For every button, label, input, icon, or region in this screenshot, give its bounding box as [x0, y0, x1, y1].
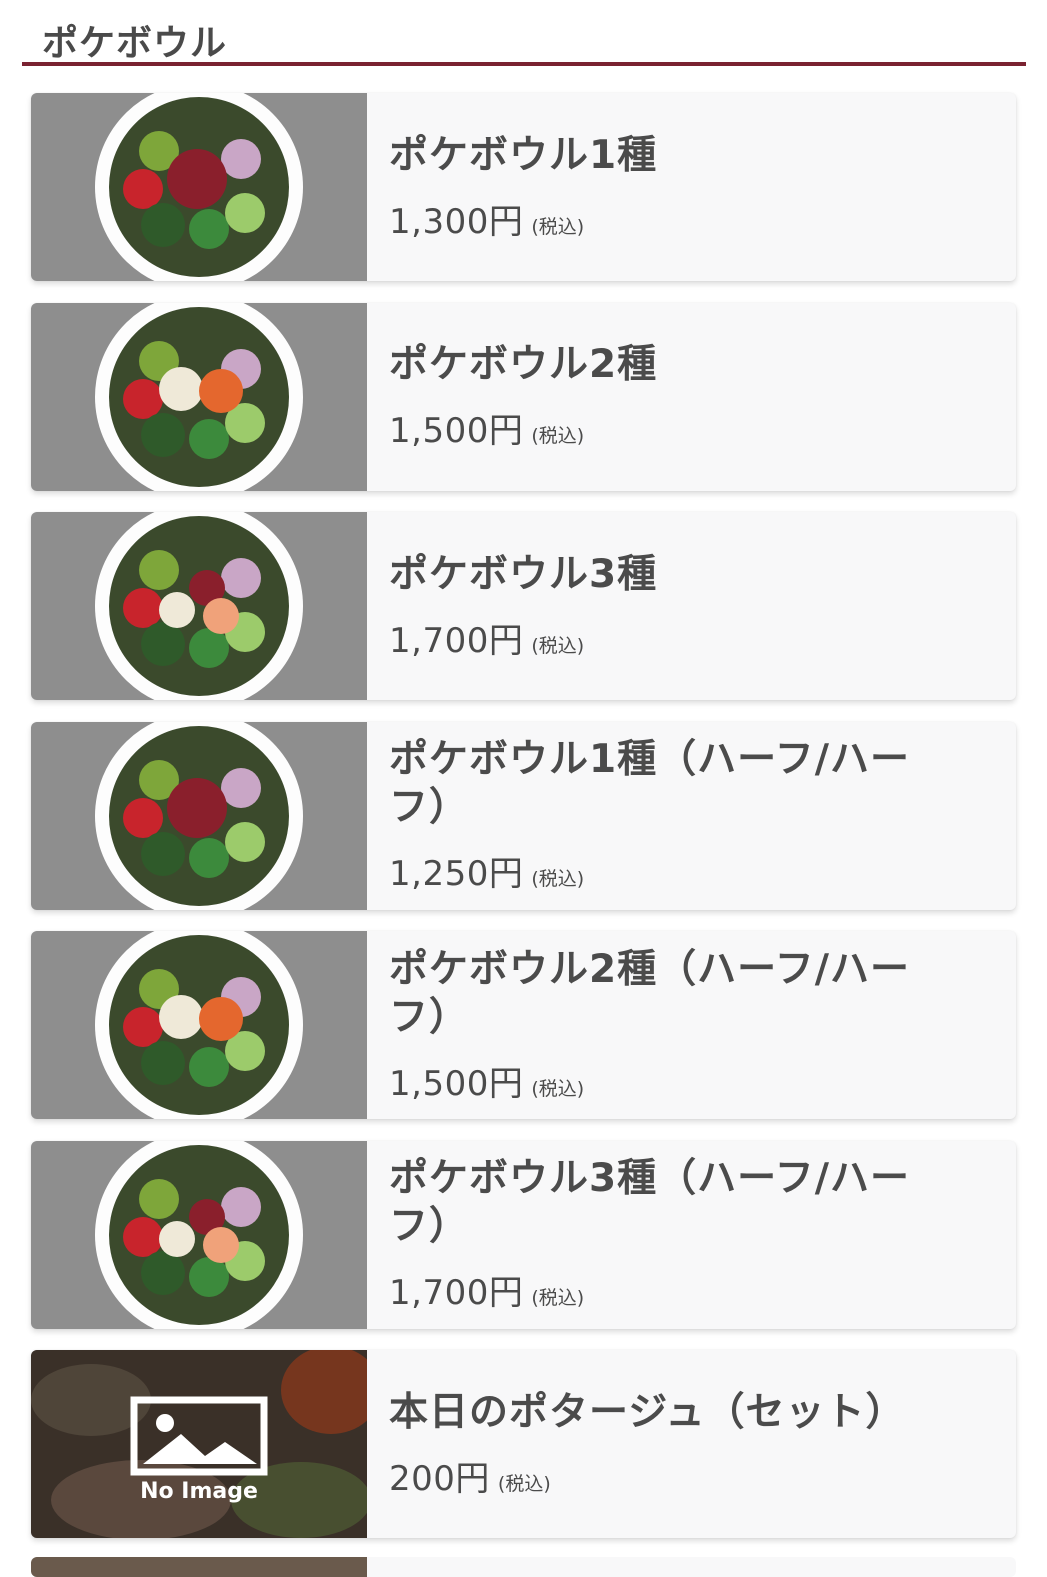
menu-item-info: ポケボウル2種（ハーフ/ハーフ） 1,500円 (税込)	[389, 931, 956, 1119]
menu-item-price: 1,700円	[389, 1273, 524, 1313]
menu-item-card[interactable]: No Image 本日のポタージュ（セット） 200円 (税込)	[31, 1350, 1016, 1538]
menu-item-card-partial[interactable]	[31, 1557, 1016, 1577]
menu-item-info: ポケボウル2種 1,500円 (税込)	[389, 303, 956, 491]
menu-item-card[interactable]: ポケボウル3種（ハーフ/ハーフ） 1,700円 (税込)	[31, 1140, 1016, 1329]
menu-item-photo	[31, 512, 367, 700]
price-row: 1,700円 (税込)	[389, 1265, 956, 1314]
section-header: ポケボウル	[22, 0, 1026, 66]
menu-item-name: 本日のポタージュ（セット）	[389, 1389, 906, 1435]
menu-item-name: ポケボウル3種（ハーフ/ハーフ）	[389, 1156, 911, 1249]
no-image-photo: No Image	[31, 1350, 367, 1538]
price-row: 1,500円 (税込)	[389, 403, 956, 452]
menu-item-name: ポケボウル2種	[389, 342, 658, 387]
price-row: 1,300円 (税込)	[389, 194, 956, 243]
menu-item-price: 1,700円	[389, 620, 524, 661]
price-row: 1,700円 (税込)	[389, 613, 956, 662]
menu-item-info: 本日のポタージュ（セット） 200円 (税込)	[389, 1350, 956, 1538]
menu-item-info: ポケボウル1種（ハーフ/ハーフ） 1,250円 (税込)	[389, 722, 956, 910]
menu-item-card[interactable]: ポケボウル2種 1,500円 (税込)	[31, 302, 1016, 491]
menu-item-price: 200円	[389, 1458, 490, 1499]
tax-note: (税込)	[531, 634, 585, 657]
menu-item-info: ポケボウル1種 1,300円 (税込)	[389, 93, 956, 281]
menu-item-card[interactable]: ポケボウル3種 1,700円 (税込)	[31, 512, 1016, 700]
price-row: 1,250円 (税込)	[389, 846, 956, 895]
menu-item-name: ポケボウル1種（ハーフ/ハーフ）	[389, 737, 911, 830]
menu-item-photo	[31, 302, 367, 491]
menu-item-card[interactable]: ポケボウル1種 1,300円 (税込)	[31, 93, 1016, 281]
tax-note: (税込)	[531, 1287, 585, 1309]
menu-item-info: ポケボウル3種（ハーフ/ハーフ） 1,700円 (税込)	[389, 1141, 956, 1329]
menu-item-price: 1,500円	[389, 1063, 524, 1104]
menu-item-card[interactable]: ポケボウル1種（ハーフ/ハーフ） 1,250円 (税込)	[31, 721, 1016, 910]
menu-list: ポケボウル1種 1,300円 (税込) ポケボウル2種 1,500円 (税込) …	[31, 93, 1016, 1560]
menu-item-price: 1,250円	[389, 854, 524, 894]
price-row: 200円 (税込)	[389, 1451, 956, 1500]
menu-item-name: ポケボウル2種（ハーフ/ハーフ）	[389, 946, 911, 1040]
menu-item-photo	[31, 1557, 367, 1577]
menu-item-price: 1,300円	[389, 201, 524, 242]
menu-item-photo	[31, 931, 367, 1119]
menu-item-photo	[31, 1140, 367, 1329]
tax-note: (税込)	[531, 1077, 585, 1100]
menu-item-info: ポケボウル3種 1,700円 (税込)	[389, 512, 956, 700]
tax-note: (税込)	[531, 215, 585, 238]
price-row: 1,500円 (税込)	[389, 1056, 956, 1105]
menu-item-price: 1,500円	[389, 411, 524, 451]
menu-item-photo	[31, 721, 367, 910]
tax-note: (税込)	[531, 868, 585, 890]
section-title: ポケボウル	[42, 23, 228, 64]
no-image-label: No Image	[140, 1479, 258, 1504]
menu-item-photo	[31, 93, 367, 281]
menu-item-card[interactable]: ポケボウル2種（ハーフ/ハーフ） 1,500円 (税込)	[31, 931, 1016, 1119]
tax-note: (税込)	[497, 1472, 551, 1495]
menu-item-name: ポケボウル1種	[389, 132, 658, 178]
menu-item-name: ポケボウル3種	[389, 551, 658, 597]
tax-note: (税込)	[531, 425, 585, 447]
